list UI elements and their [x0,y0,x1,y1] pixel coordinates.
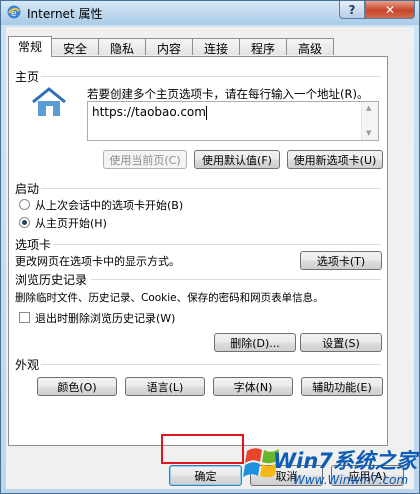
divider [53,244,381,245]
use-current-button[interactable]: 使用当前页(C) [103,150,187,169]
tab-connections[interactable]: 连接 [192,38,240,56]
languages-button[interactable]: 语言(L) [125,377,205,396]
window-title: Internet 属性 [27,7,103,21]
fonts-button[interactable]: 字体(N) [213,377,293,396]
start-last-session-label: 从上次会话中的选项卡开始(B) [35,199,184,212]
scroll-down-icon[interactable]: ▼ [366,129,371,137]
scroll-up-icon[interactable]: ▲ [366,104,371,112]
use-default-button[interactable]: 使用默认值(F) [194,150,280,169]
use-new-tab-button[interactable]: 使用新选项卡(U) [287,150,383,169]
delete-on-exit-checkbox[interactable] [19,312,30,323]
text-caret [206,106,207,120]
tab-privacy[interactable]: 隐私 [98,38,146,56]
tabs-description: 更改网页在选项卡中的显示方式。 [15,255,180,268]
divider [41,364,381,365]
internet-options-window: e Internet 属性 ? ✕ 常规 安全 隐私 内容 连接 程序 高级 主… [0,0,420,494]
watermark: Win7系统之家 Www.Winwin7.com [241,441,419,493]
delete-on-exit-label: 退出时删除浏览历史记录(W) [35,312,176,325]
radio-start-home[interactable] [19,217,30,228]
general-panel: 主页 若要创建多个主页选项卡，请在每行输入一个地址(R)。 https://ta… [8,56,388,446]
homepage-section-label: 主页 [15,70,40,84]
divider [41,188,381,189]
internet-explorer-icon: e [7,5,21,19]
divider [41,76,381,77]
close-button[interactable]: ✕ [365,1,415,19]
help-icon: ? [348,2,356,17]
history-settings-button[interactable]: 设置(S) [300,333,382,352]
homepage-hint: 若要创建多个主页选项卡，请在每行输入一个地址(R)。 [87,87,369,101]
url-scrollbar[interactable]: ▲ ▼ [361,102,378,140]
tabs-settings-button[interactable]: 选项卡(T) [300,251,382,270]
svg-text:e: e [11,9,17,19]
colors-button[interactable]: 颜色(O) [37,377,117,396]
startup-section-label: 启动 [15,182,40,196]
help-button[interactable]: ? [339,1,365,19]
tabs-section-label: 选项卡 [15,238,52,252]
close-icon: ✕ [384,2,396,17]
tab-advanced[interactable]: 高级 [286,38,334,56]
homepage-url-text: https://taobao.com [92,105,206,119]
tab-general[interactable]: 常规 [8,36,52,57]
watermark-title: Win7系统之家 [273,449,417,473]
tab-content[interactable]: 内容 [145,38,193,56]
title-bar[interactable]: e Internet 属性 ? ✕ [1,1,419,25]
tab-programs[interactable]: 程序 [239,38,287,56]
history-section-label: 浏览历史记录 [15,273,88,287]
homepage-url-input[interactable]: https://taobao.com ▲ ▼ [87,101,379,141]
accessibility-button[interactable]: 辅助功能(E) [301,377,383,396]
watermark-url: Www.Winwin7.com [293,473,409,487]
tab-security[interactable]: 安全 [51,38,99,56]
radio-start-last-session[interactable] [19,199,30,210]
home-icon [32,87,66,116]
appearance-section-label: 外观 [15,358,40,372]
delete-history-button[interactable]: 删除(D)... [214,333,296,352]
ok-button[interactable]: 确定 [169,465,242,486]
dialog-client: 常规 安全 隐私 内容 连接 程序 高级 主页 若要创建多个主页选项卡，请在每行… [6,27,414,489]
history-description: 删除临时文件、历史记录、Cookie、保存的密码和网页表单信息。 [15,292,324,304]
divider [91,279,381,280]
highlight-box [161,434,244,464]
start-home-label: 从主页开始(H) [35,217,107,230]
